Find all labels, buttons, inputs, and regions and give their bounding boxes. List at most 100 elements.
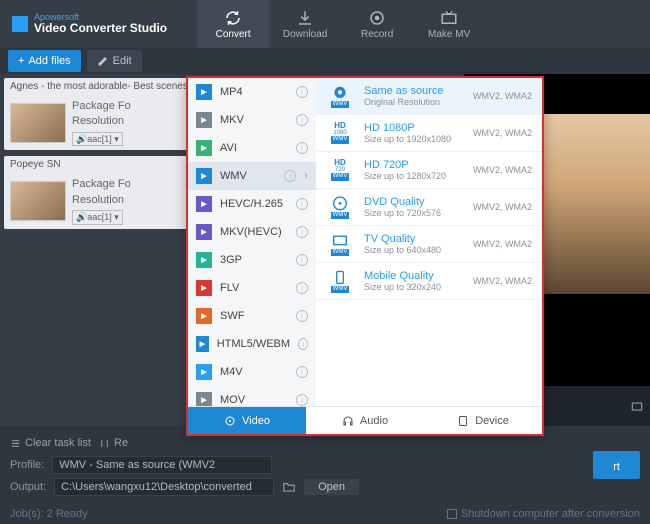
plus-icon: +: [18, 55, 24, 67]
format-item-avi[interactable]: ▶ AVI i: [188, 134, 316, 162]
format-item-mkvhevc[interactable]: ▶ MKV(HEVC) i: [188, 218, 316, 246]
clear-task-list[interactable]: Clear task list: [10, 437, 91, 449]
top-tabs: Convert Download Record Make MV: [197, 0, 485, 48]
format-item-m4v[interactable]: ▶ M4V i: [188, 358, 316, 386]
format-list: ▶ MP4 i ▶ MKV i ▶ AVI i ▶ WMV i ›▶ HEVC/…: [188, 78, 316, 406]
quality-title: HD 720P: [364, 159, 463, 171]
format-item-swf[interactable]: ▶ SWF i: [188, 302, 316, 330]
open-button[interactable]: Open: [304, 479, 359, 495]
titlebar: Apowersoft Video Converter Studio Conver…: [0, 0, 650, 48]
format-item-mp4[interactable]: ▶ MP4 i: [188, 78, 316, 106]
device-icon: [457, 415, 469, 427]
tab-makemv[interactable]: Make MV: [413, 0, 485, 48]
file-thumbnail: [10, 181, 66, 221]
snapshot-icon[interactable]: [630, 399, 644, 413]
info-icon[interactable]: i: [296, 282, 308, 294]
list-icon: [10, 438, 21, 449]
format-name: WMV: [220, 170, 276, 182]
info-icon[interactable]: i: [296, 366, 308, 378]
gear-icon: [330, 84, 350, 101]
format-name: M4V: [220, 366, 288, 378]
format-name: HEVC/H.265: [220, 198, 288, 210]
tab-convert[interactable]: Convert: [197, 0, 269, 48]
format-icon: ▶: [196, 140, 212, 156]
format-icon: ▶: [196, 84, 212, 100]
format-icon: ▶: [196, 224, 212, 240]
quality-sub: Size up to 1280x720: [364, 171, 463, 181]
refresh-icon: [224, 9, 242, 27]
audio-chip[interactable]: 🔊aac[1] ▾: [72, 132, 123, 147]
info-icon[interactable]: i: [298, 338, 308, 350]
info-icon[interactable]: i: [296, 86, 308, 98]
shutdown-checkbox[interactable]: [447, 509, 457, 519]
quality-title: TV Quality: [364, 233, 463, 245]
sort-icon: [99, 438, 110, 449]
info-icon[interactable]: i: [296, 142, 308, 154]
info-icon[interactable]: i: [296, 394, 308, 406]
picker-tab-video[interactable]: Video: [188, 407, 306, 434]
quality-sub: Size up to 1920x1080: [364, 134, 463, 144]
bottom-bar: Clear task list Re Profile: WMV - Same a…: [0, 426, 650, 504]
shutdown-label: Shutdown computer after conversion: [461, 508, 640, 520]
quality-item[interactable]: WMV Mobile Quality Size up to 320x240 WM…: [316, 263, 542, 300]
format-name: 3GP: [220, 254, 288, 266]
quality-sub: Size up to 320x240: [364, 282, 463, 292]
quality-codec: WMV2, WMA2: [473, 202, 532, 212]
format-name: MKV: [220, 114, 288, 126]
edit-button[interactable]: Edit: [87, 50, 142, 72]
app-logo: Apowersoft Video Converter Studio: [12, 13, 167, 35]
quality-item[interactable]: WMV TV Quality Size up to 640x480 WMV2, …: [316, 226, 542, 263]
record-icon: [368, 9, 386, 27]
folder-icon[interactable]: [282, 480, 296, 494]
info-icon[interactable]: i: [296, 198, 308, 210]
quality-item[interactable]: HD1080WMV HD 1080P Size up to 1920x1080 …: [316, 115, 542, 152]
quality-codec: WMV2, WMA2: [473, 239, 532, 249]
format-item-html5webm[interactable]: ▶ HTML5/WEBM i: [188, 330, 316, 358]
output-label: Output:: [10, 481, 46, 493]
tab-record[interactable]: Record: [341, 0, 413, 48]
quality-codec: WMV2, WMA2: [473, 165, 532, 175]
re-button[interactable]: Re: [99, 437, 128, 449]
headphone-icon: [342, 415, 354, 427]
add-files-button[interactable]: + Add files: [8, 50, 81, 72]
format-name: MP4: [220, 86, 288, 98]
quality-title: Same as source: [364, 85, 463, 97]
quality-item[interactable]: HD720WMV HD 720P Size up to 1280x720 WMV…: [316, 152, 542, 189]
format-item-3gp[interactable]: ▶ 3GP i: [188, 246, 316, 274]
quality-item[interactable]: WMV Same as source Original Resolution W…: [316, 78, 542, 115]
quality-title: HD 1080P: [364, 122, 463, 134]
format-icon: ▶: [196, 392, 212, 406]
mobile-icon: [332, 269, 348, 286]
chevron-right-icon: ›: [304, 170, 308, 182]
tab-download[interactable]: Download: [269, 0, 341, 48]
format-item-flv[interactable]: ▶ FLV i: [188, 274, 316, 302]
format-item-hevch265[interactable]: ▶ HEVC/H.265 i: [188, 190, 316, 218]
tv-icon: [440, 9, 458, 27]
quality-codec: WMV2, WMA2: [473, 128, 532, 138]
format-item-mkv[interactable]: ▶ MKV i: [188, 106, 316, 134]
profile-select[interactable]: WMV - Same as source (WMV2: [52, 456, 272, 474]
info-icon[interactable]: i: [284, 170, 296, 182]
quality-sub: Size up to 720x576: [364, 208, 463, 218]
info-icon[interactable]: i: [296, 114, 308, 126]
profile-label: Profile:: [10, 459, 44, 471]
quality-sub: Size up to 640x480: [364, 245, 463, 255]
info-icon[interactable]: i: [296, 226, 308, 238]
film-icon: [224, 415, 236, 427]
picker-tab-audio[interactable]: Audio: [306, 407, 424, 434]
format-icon: ▶: [196, 252, 212, 268]
output-path[interactable]: C:\Users\wangxu12\Desktop\converted: [54, 478, 274, 496]
format-name: AVI: [220, 142, 288, 154]
audio-chip[interactable]: 🔊aac[1] ▾: [72, 210, 123, 225]
info-icon[interactable]: i: [296, 254, 308, 266]
file-info: Package FoResolution 🔊aac[1] ▾: [72, 99, 131, 146]
picker-tab-device[interactable]: Device: [424, 407, 542, 434]
info-icon[interactable]: i: [296, 310, 308, 322]
quality-item[interactable]: WMV DVD Quality Size up to 720x576 WMV2,…: [316, 189, 542, 226]
format-icon: ▶: [196, 308, 212, 324]
format-item-wmv[interactable]: ▶ WMV i ›: [188, 162, 316, 190]
format-icon: ▶: [196, 364, 212, 380]
format-item-mov[interactable]: ▶ MOV i: [188, 386, 316, 406]
format-icon: ▶: [196, 168, 212, 184]
convert-button[interactable]: rt: [593, 451, 640, 479]
